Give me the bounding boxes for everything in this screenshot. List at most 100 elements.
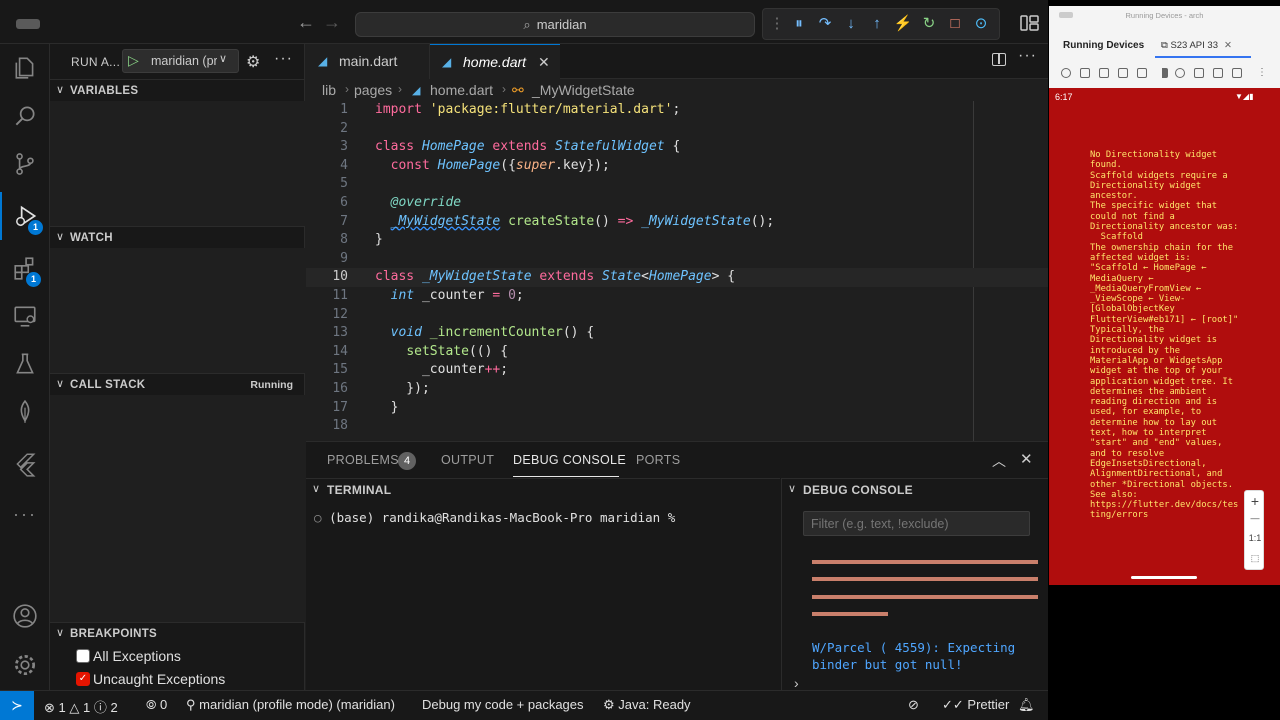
code-line: 8} — [306, 231, 1048, 250]
callstack-status: Running — [250, 379, 293, 391]
launch-settings-gear-icon[interactable]: ⚙ — [246, 52, 260, 72]
launch-config-select[interactable]: ▷ maridian (pr ∨ — [122, 49, 239, 73]
zoom-out-icon[interactable]: — — [1245, 513, 1265, 523]
sidebar-title: RUN A... — [71, 55, 121, 69]
maximize-panel-icon[interactable]: ︿ — [992, 451, 1006, 471]
line-number: 7 — [340, 213, 348, 229]
drag-handle-icon[interactable]: ⋮ — [767, 14, 787, 34]
volume-down-icon[interactable] — [1099, 68, 1109, 78]
debug-console-filter-input[interactable] — [803, 511, 1030, 536]
overview-icon[interactable] — [1194, 68, 1204, 78]
java-status[interactable]: ⚙ Java: Ready — [603, 697, 691, 713]
breadcrumb-item[interactable]: pages — [354, 82, 392, 98]
close-icon[interactable]: ✕ — [1020, 450, 1033, 468]
layout-icon[interactable] — [1020, 14, 1040, 32]
restart-icon[interactable]: ↻ — [919, 14, 939, 34]
hot-reload-icon[interactable]: ⚡ — [893, 14, 913, 34]
more-actions-icon[interactable]: ··· — [1018, 47, 1037, 65]
breadcrumb-item[interactable]: lib — [322, 82, 336, 98]
device-screen[interactable]: 6:17 ▼◢▮ No Directionality widget found.… — [1049, 88, 1280, 585]
breakpoint-checkbox[interactable] — [76, 649, 90, 663]
power-icon[interactable] — [1061, 68, 1071, 78]
notifications-bell-icon[interactable]: 🔔︎ — [1018, 697, 1035, 713]
close-icon[interactable]: ✕ — [538, 45, 550, 80]
window-controls[interactable] — [16, 19, 40, 29]
debug-console-header[interactable]: ∨ DEBUG CONSOLE — [782, 479, 1048, 501]
debug-mode-status[interactable]: Debug my code + packages — [422, 697, 584, 712]
console-input-chevron-icon[interactable]: › — [794, 675, 799, 691]
tab-problems[interactable]: PROBLEMS — [327, 453, 399, 467]
terminal-pane[interactable]: ∨ TERMINAL ○ (base) randika@Randikas-Mac… — [306, 478, 780, 691]
run-debug-icon[interactable]: 1 — [0, 192, 50, 240]
ports-status[interactable]: ⦾ 0 — [146, 697, 167, 713]
line-number: 17 — [332, 399, 348, 415]
error-icon: ⊗ — [44, 700, 55, 715]
tab-output[interactable]: OUTPUT — [441, 453, 494, 467]
variables-section-header[interactable]: ∨ VARIABLES — [50, 79, 305, 101]
rotate-right-icon[interactable] — [1137, 68, 1147, 78]
mongodb-leaf-icon[interactable] — [0, 388, 50, 436]
command-center-search[interactable]: ⌕ maridian — [355, 12, 755, 37]
prettier-status[interactable]: ✓✓ Prettier — [942, 697, 1009, 713]
line-number: 1 — [340, 102, 348, 117]
tab-home-dart[interactable]: ◢ home.dart ✕ — [430, 44, 560, 79]
manage-gear-icon[interactable] — [0, 641, 50, 689]
remote-explorer-icon[interactable] — [0, 292, 50, 340]
close-icon[interactable]: ✕ — [1224, 40, 1232, 51]
debug-session-status[interactable]: ⚲ maridian (profile mode) (maridian) — [186, 697, 395, 713]
remote-indicator-icon[interactable]: ≻ — [0, 691, 34, 720]
code-line: 7 _MyWidgetState createState() => _MyWid… — [306, 213, 1048, 232]
step-out-icon[interactable]: ↑ — [867, 14, 887, 34]
step-into-icon[interactable]: ↓ — [841, 14, 861, 34]
search-activity-icon[interactable] — [0, 92, 50, 140]
tab-main-dart[interactable]: ◢ main.dart — [306, 44, 430, 79]
more-actions-icon[interactable]: ··· — [274, 50, 293, 68]
screen-record-icon[interactable] — [1232, 68, 1242, 78]
stop-icon[interactable]: □ — [945, 14, 965, 34]
flutter-icon[interactable] — [0, 440, 50, 488]
volume-up-icon[interactable] — [1080, 68, 1090, 78]
breakpoints-section-header[interactable]: ∨ BREAKPOINTS — [50, 622, 305, 644]
code-line: 11 int _counter = 0; — [306, 287, 1048, 306]
tab-ports[interactable]: PORTS — [636, 453, 680, 467]
device-tab[interactable]: ⧉ S23 API 33 ✕ — [1161, 40, 1232, 51]
panel-tabs: PROBLEMS 4 OUTPUT DEBUG CONSOLE PORTS ︿ … — [306, 442, 1048, 478]
home-icon[interactable] — [1175, 68, 1185, 78]
back-arrow-icon[interactable]: ← — [296, 12, 316, 32]
zoom-in-icon[interactable]: + — [1245, 493, 1265, 509]
testing-icon[interactable] — [0, 340, 50, 388]
forward-arrow-icon[interactable]: → — [322, 12, 342, 32]
terminal-header[interactable]: ∨ TERMINAL — [306, 479, 780, 501]
code-editor[interactable]: 1 import 'package:flutter/material.dart';… — [306, 101, 1048, 441]
rotate-left-icon[interactable] — [1118, 68, 1128, 78]
source-control-icon[interactable] — [0, 140, 50, 188]
accounts-icon[interactable] — [0, 592, 50, 640]
chevron-right-icon: › — [345, 82, 349, 96]
running-devices-title: Running Devices — [1063, 40, 1145, 51]
breakpoint-checkbox-checked[interactable]: ✓ — [76, 672, 90, 686]
explorer-icon[interactable] — [0, 44, 50, 92]
prettier-label: Prettier — [967, 697, 1010, 712]
inspect-widget-icon[interactable]: ⊙ — [971, 14, 991, 34]
console-output-line — [812, 612, 888, 616]
more-icon[interactable]: ··· — [0, 490, 50, 538]
problems-status[interactable]: ⊗ 1 △ 1 ⓘ 2 — [44, 697, 118, 716]
fit-screen-icon[interactable]: ⬚ — [1245, 553, 1265, 564]
extensions-icon[interactable]: 1 — [0, 244, 50, 292]
back-icon[interactable] — [1156, 68, 1168, 78]
step-over-icon[interactable]: ↷ — [815, 14, 835, 34]
zoom-actual-size[interactable]: 1:1 — [1245, 533, 1265, 543]
callstack-section-header[interactable]: ∨ CALL STACK Running — [50, 373, 305, 395]
gesture-home-bar[interactable] — [1131, 576, 1197, 579]
screenshot-icon[interactable] — [1213, 68, 1223, 78]
start-debug-icon[interactable]: ▷ — [128, 52, 139, 69]
watch-section-header[interactable]: ∨ WATCH — [50, 226, 305, 248]
more-actions-icon[interactable]: ⋮ — [1257, 68, 1267, 78]
pause-icon[interactable]: ⏸ — [789, 14, 809, 34]
copilot-disabled-icon[interactable]: ⊘ — [908, 697, 919, 713]
tab-debug-console[interactable]: DEBUG CONSOLE — [513, 453, 626, 467]
breadcrumb-item[interactable]: _MyWidgetState — [532, 82, 635, 98]
split-editor-icon[interactable] — [992, 53, 1006, 66]
debug-console-pane[interactable]: ∨ DEBUG CONSOLE W/Parcel ( 4559): Expect… — [781, 478, 1048, 691]
breadcrumb-item[interactable]: home.dart — [430, 82, 493, 98]
